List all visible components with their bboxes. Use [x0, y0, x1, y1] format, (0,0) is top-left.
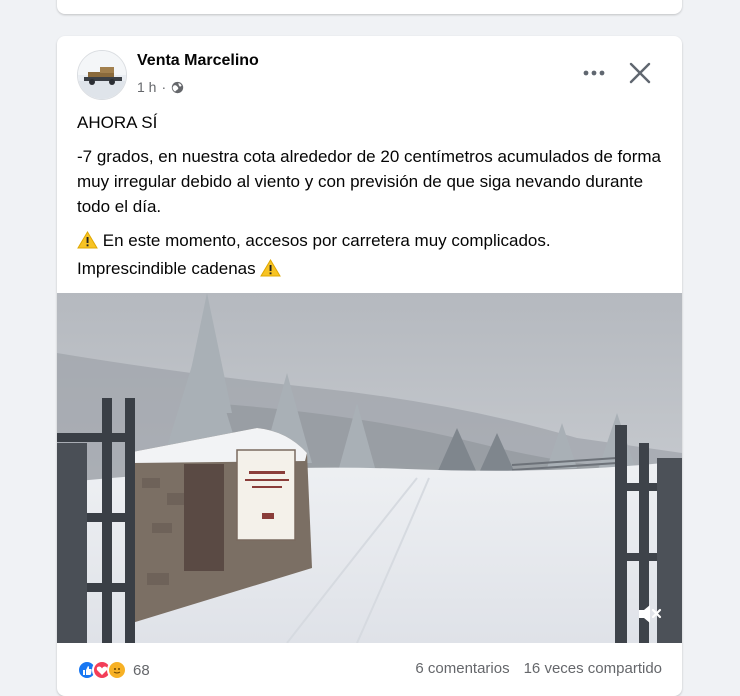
- page-avatar[interactable]: [77, 50, 127, 100]
- reactions-summary[interactable]: 68: [77, 660, 150, 680]
- warning-icon: [260, 259, 282, 284]
- close-button[interactable]: [625, 58, 655, 88]
- post-author-name[interactable]: Venta Marcelino: [137, 52, 259, 70]
- globe-icon: [171, 81, 184, 94]
- post-paragraph: AHORA SÍ: [77, 113, 158, 132]
- reaction-count[interactable]: 68: [133, 662, 150, 679]
- meta-separator: ·: [161, 79, 167, 95]
- post-time[interactable]: 1 h: [137, 79, 156, 95]
- close-icon: [629, 62, 651, 84]
- shares-count[interactable]: 16 veces compartido: [524, 660, 662, 677]
- post-card: Venta Marcelino 1 h · AHORA SÍ -7 grados…: [57, 36, 682, 696]
- care-icon: [107, 660, 127, 680]
- post-paragraph-warning: En este momento, accesos por carretera m…: [77, 228, 662, 284]
- post-sentence: En este momento, accesos por carretera m…: [102, 231, 551, 250]
- previous-post-card: [57, 0, 682, 14]
- avatar-image: [78, 51, 126, 99]
- post-paragraph: -7 grados, en nuestra cota alrededor de …: [77, 147, 662, 216]
- snow-scene-image: [57, 293, 682, 643]
- post-meta: 1 h ·: [137, 79, 184, 95]
- muted-speaker-icon: [639, 605, 662, 623]
- more-options-button[interactable]: [579, 60, 609, 86]
- warning-icon: [77, 231, 98, 256]
- engagement-counts: 6 comentarios 16 veces compartido: [415, 660, 662, 677]
- comments-count[interactable]: 6 comentarios: [415, 660, 509, 677]
- post-video[interactable]: [57, 293, 682, 643]
- post-sentence: Imprescindible cadenas: [77, 259, 256, 278]
- more-options-icon: [583, 70, 605, 76]
- post-text: AHORA SÍ -7 grados, en nuestra cota alre…: [77, 110, 662, 284]
- post-footer: 68 6 comentarios 16 veces compartido: [57, 643, 682, 696]
- mute-button[interactable]: [635, 600, 663, 628]
